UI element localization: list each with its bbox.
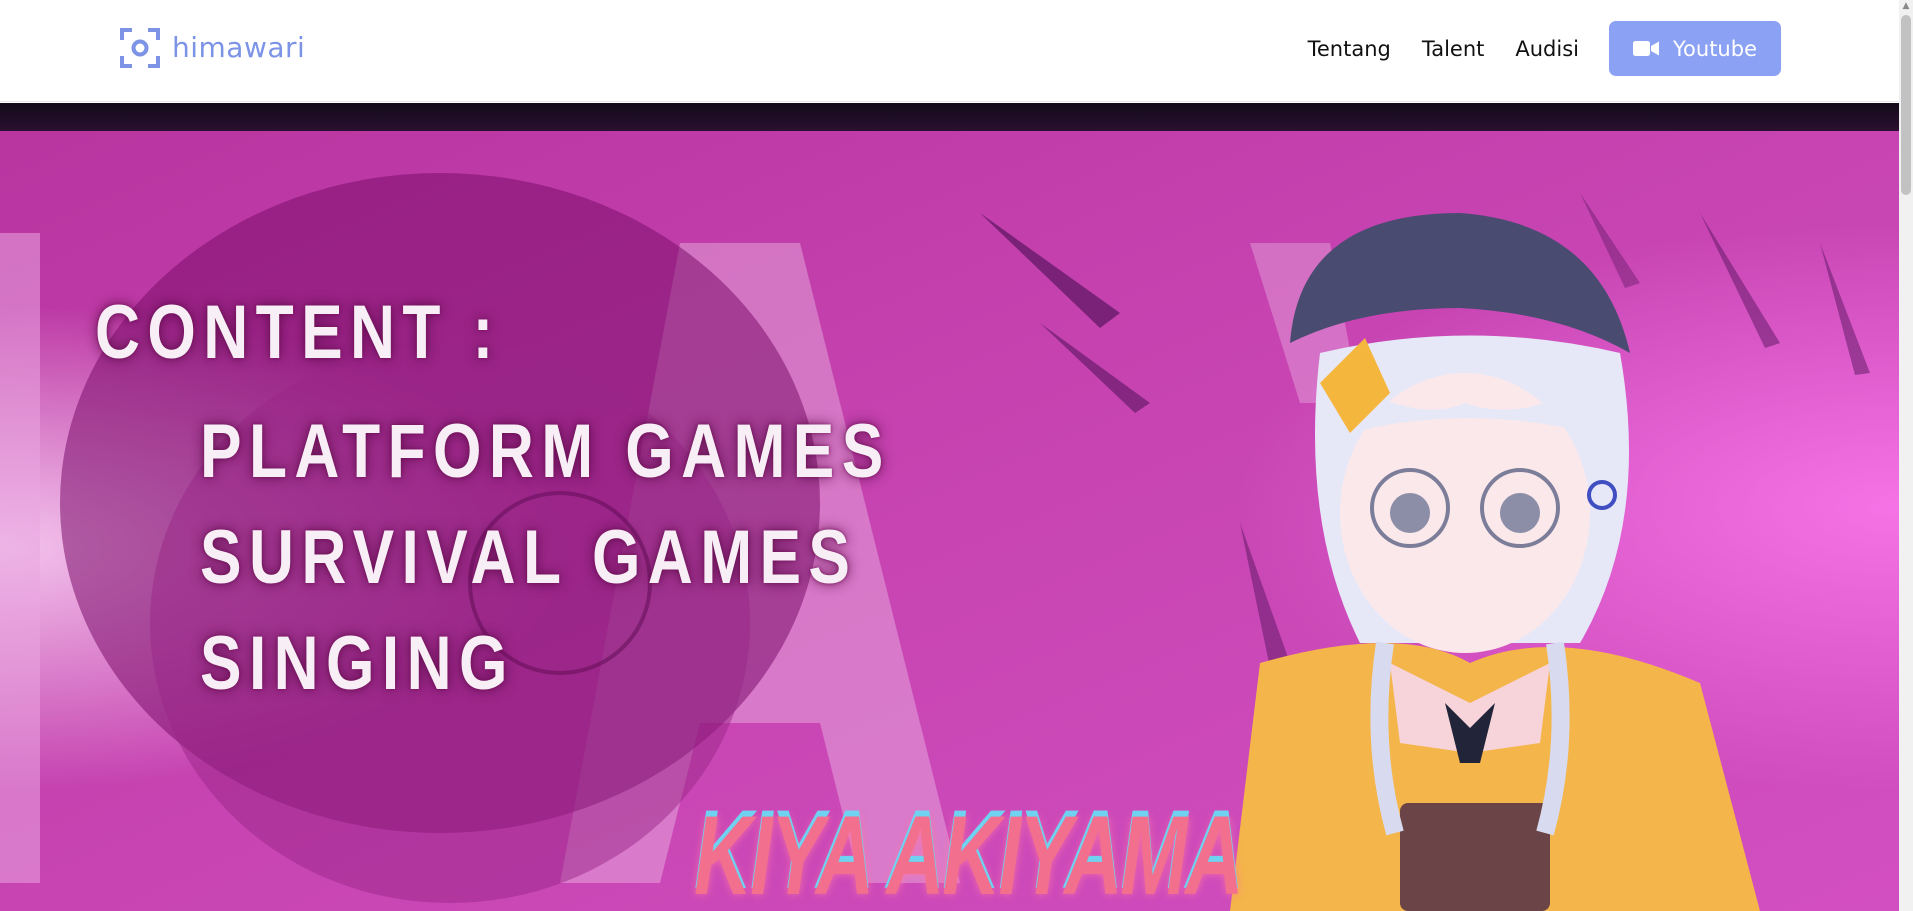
youtube-button[interactable]: Youtube: [1609, 21, 1781, 76]
hero-banner: CONTENT : PLATFORM GAMES SURVIVAL GAMES …: [0, 103, 1899, 911]
logo-text: himawari: [172, 31, 306, 64]
talent-name: KIYA AKIYAMA: [694, 793, 1244, 911]
video-camera-icon: [1633, 41, 1659, 56]
content-list: PLATFORM GAMES SURVIVAL GAMES SINGING: [200, 399, 891, 717]
hero-heading: CONTENT :: [95, 290, 501, 375]
main-nav: Tentang Talent Audisi Youtube: [1308, 21, 1781, 76]
content-item: SINGING: [200, 621, 515, 706]
youtube-button-label: Youtube: [1673, 36, 1757, 61]
nav-link-tentang[interactable]: Tentang: [1308, 37, 1391, 61]
page-scrollbar[interactable]: ▲: [1899, 0, 1913, 911]
scroll-up-arrow-icon[interactable]: ▲: [1901, 0, 1911, 12]
site-header: himawari Tentang Talent Audisi Youtube: [0, 0, 1899, 102]
logo[interactable]: himawari: [118, 26, 305, 70]
banner-top-band: [0, 103, 1899, 131]
content-item: SURVIVAL GAMES: [200, 515, 858, 600]
nav-link-talent[interactable]: Talent: [1422, 37, 1485, 61]
content-item: PLATFORM GAMES: [200, 409, 891, 494]
focus-camera-icon: [120, 28, 160, 68]
nav-link-audisi[interactable]: Audisi: [1515, 37, 1579, 61]
scrollbar-thumb[interactable]: [1901, 15, 1911, 195]
